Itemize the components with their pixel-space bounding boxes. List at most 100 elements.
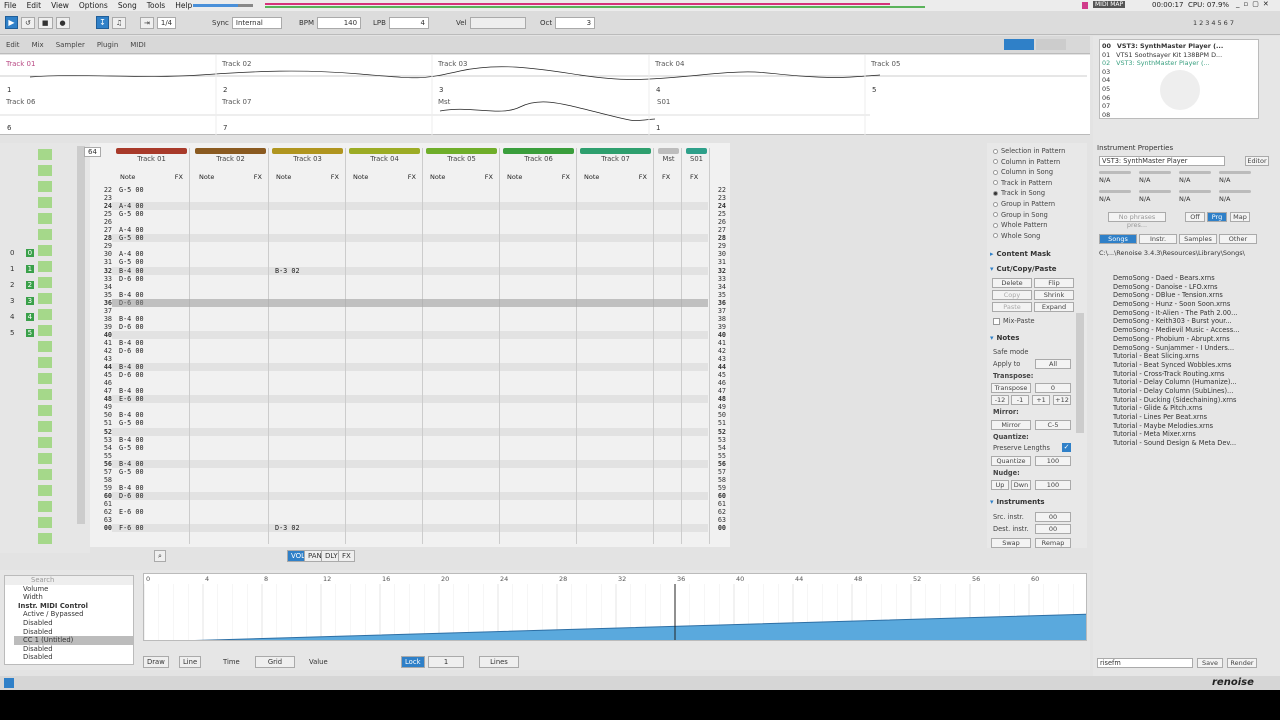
sequence-slots[interactable] bbox=[38, 149, 52, 549]
automation-parameter[interactable]: Volume bbox=[14, 585, 133, 594]
off-button[interactable]: Off bbox=[1185, 212, 1205, 222]
pattern-cell[interactable]: D-6 00 bbox=[114, 347, 190, 355]
lines-select[interactable]: Lines bbox=[479, 656, 519, 668]
nudge-up-button[interactable]: Up bbox=[991, 480, 1009, 490]
selection-scope-option[interactable]: Whole Song bbox=[993, 232, 1040, 240]
octave-value[interactable]: 3 bbox=[555, 16, 596, 29]
pattern-cell[interactable]: G-5 00 bbox=[114, 258, 190, 266]
file-browser-item[interactable]: Tutorial - Sound Design & Meta Dev... bbox=[1113, 439, 1239, 448]
pattern-cell[interactable] bbox=[114, 403, 190, 411]
pattern-cell[interactable]: D-6 00 bbox=[114, 371, 190, 379]
pattern-cell[interactable]: B-4 00 bbox=[114, 436, 190, 444]
tools-scrollbar[interactable] bbox=[1076, 313, 1084, 433]
sequence-list[interactable]: 0 0 1 1 2 2 3 3 4 4 5 5 bbox=[10, 245, 35, 341]
pattern-cell[interactable]: D-3 02 bbox=[270, 524, 346, 532]
pattern-cell[interactable]: B-4 00 bbox=[114, 460, 190, 468]
map-button[interactable]: Map bbox=[1230, 212, 1250, 222]
expand-button[interactable]: Expand bbox=[1034, 302, 1074, 312]
transpose-button[interactable]: Transpose bbox=[991, 383, 1031, 393]
track-name[interactable]: Track 05 bbox=[424, 155, 499, 163]
grid-select[interactable]: Grid bbox=[255, 656, 295, 668]
save-button[interactable]: Save bbox=[1197, 658, 1223, 668]
automation-graph[interactable]: 0 4 8 12 16 20 24 28 32 36 40 44 48 52 56 60 bbox=[143, 573, 1087, 641]
sequence-scrollbar[interactable] bbox=[77, 146, 85, 524]
track-name[interactable]: Track 02 bbox=[193, 155, 268, 163]
content-mask-section[interactable]: ▸ Content Mask bbox=[990, 250, 1051, 258]
mirror-button[interactable]: Mirror bbox=[991, 420, 1031, 430]
file-browser-item[interactable]: DemoSong - Hunz - Soon Soon.xrns bbox=[1113, 300, 1239, 309]
file-browser-item[interactable]: Tutorial - Maybe Melodies.xrns bbox=[1113, 422, 1239, 431]
pattern-number[interactable]: 64 bbox=[84, 147, 101, 157]
render-button[interactable]: Render bbox=[1227, 658, 1257, 668]
instrument-list-item[interactable]: 03 bbox=[1102, 68, 1116, 76]
pattern-track[interactable]: Track 07 Note FX bbox=[578, 148, 654, 544]
nudge-value[interactable]: 100 bbox=[1035, 480, 1071, 490]
pattern-cell[interactable]: G-5 00 bbox=[114, 444, 190, 452]
record-button[interactable]: ● bbox=[55, 16, 70, 29]
pattern-cell[interactable]: G-5 00 bbox=[114, 186, 190, 194]
tab-plugin[interactable]: Plugin bbox=[97, 41, 118, 49]
file-browser-item[interactable]: Tutorial - Delay Column (SubLines)... bbox=[1113, 387, 1239, 396]
quantize-button[interactable]: Quantize bbox=[991, 456, 1031, 466]
track-name[interactable]: Track 03 bbox=[270, 155, 345, 163]
file-browser-item[interactable]: Tutorial - Glide & Pitch.xrns bbox=[1113, 404, 1239, 413]
track-color-bar[interactable] bbox=[195, 148, 266, 154]
play-button[interactable]: ▶ bbox=[5, 16, 18, 29]
instrument-list-item[interactable]: 08 bbox=[1102, 111, 1116, 119]
layout-preset-buttons[interactable]: 1234567 bbox=[1193, 19, 1236, 27]
track-name[interactable]: Mst bbox=[656, 155, 681, 163]
pattern-cell[interactable] bbox=[114, 428, 190, 436]
search-icon[interactable]: ⌕ bbox=[154, 550, 166, 562]
menu-tools[interactable]: Tools bbox=[147, 1, 165, 10]
selection-scope-option[interactable]: Column in Pattern bbox=[993, 158, 1060, 166]
menu-options[interactable]: Options bbox=[79, 1, 108, 10]
tab-midi[interactable]: MIDI bbox=[130, 41, 146, 49]
midi-map-button[interactable]: MIDI MAP bbox=[1093, 1, 1126, 8]
track-name[interactable]: Track 06 bbox=[501, 155, 576, 163]
pattern-track[interactable]: Track 06 Note FX bbox=[501, 148, 577, 544]
transpose-plus-1-button[interactable]: +1 bbox=[1032, 395, 1050, 405]
pattern-cell[interactable] bbox=[114, 307, 190, 315]
macro-slider[interactable] bbox=[1139, 171, 1171, 174]
tab-sampler[interactable]: Sampler bbox=[56, 41, 85, 49]
automation-parameter[interactable]: Disabled bbox=[14, 619, 133, 628]
menu-song[interactable]: Song bbox=[118, 1, 137, 10]
mirror-value[interactable]: C-5 bbox=[1035, 420, 1071, 430]
file-browser-item[interactable]: Tutorial - Lines Per Beat.xrns bbox=[1113, 413, 1239, 422]
pattern-cell[interactable]: G-5 00 bbox=[114, 210, 190, 218]
master-volume-slider[interactable] bbox=[193, 4, 253, 7]
selection-scope-option[interactable]: Group in Song bbox=[993, 211, 1048, 219]
menu-file[interactable]: File bbox=[4, 1, 17, 10]
selection-scope-option[interactable]: Column in Song bbox=[993, 168, 1053, 176]
pattern-cell[interactable] bbox=[114, 355, 190, 363]
fx-column-button[interactable]: FX bbox=[338, 550, 355, 562]
browser-tab-instr[interactable]: Instr. bbox=[1139, 234, 1177, 244]
step-length-value[interactable]: 1/4 bbox=[156, 16, 177, 29]
instrument-list-item[interactable]: 07 bbox=[1102, 102, 1116, 110]
macro-slider[interactable] bbox=[1179, 171, 1211, 174]
pattern-cell[interactable] bbox=[114, 331, 190, 339]
instrument-list-item[interactable]: 02 VST3: SynthMaster Player (... bbox=[1102, 59, 1210, 67]
macro-slider[interactable] bbox=[1219, 190, 1251, 193]
notes-section[interactable]: ▾ Notes bbox=[990, 334, 1019, 342]
automation-parameter[interactable]: Disabled bbox=[14, 645, 133, 654]
track-color-bar[interactable] bbox=[580, 148, 651, 154]
pattern-cell[interactable]: D-6 00 bbox=[114, 275, 190, 283]
pattern-cell[interactable] bbox=[114, 218, 190, 226]
paste-button[interactable]: Paste bbox=[992, 302, 1032, 312]
automation-parameter[interactable]: Width bbox=[14, 593, 133, 602]
pattern-cell[interactable]: B-4 00 bbox=[114, 411, 190, 419]
macro-slider[interactable] bbox=[1099, 190, 1131, 193]
loop-button[interactable]: ↺ bbox=[21, 16, 35, 29]
cut-copy-paste-section[interactable]: ▾ Cut/Copy/Paste bbox=[990, 265, 1057, 273]
file-browser-item[interactable]: Tutorial - Meta Mixer.xrns bbox=[1113, 430, 1239, 439]
draw-mode-button[interactable]: Draw bbox=[143, 656, 169, 668]
pattern-track[interactable]: Track 03 Note FX bbox=[270, 148, 346, 544]
transpose-minus-1-button[interactable]: -1 bbox=[1011, 395, 1029, 405]
file-browser-item[interactable]: DemoSong - Keith303 - Burst your... bbox=[1113, 317, 1239, 326]
bpm-value[interactable]: 140 bbox=[317, 16, 362, 29]
pattern-cell[interactable]: G-5 00 bbox=[114, 234, 190, 242]
pattern-cell[interactable]: E-6 00 bbox=[114, 395, 190, 403]
macro-slider[interactable] bbox=[1099, 171, 1131, 174]
pattern-cell[interactable] bbox=[114, 194, 190, 202]
